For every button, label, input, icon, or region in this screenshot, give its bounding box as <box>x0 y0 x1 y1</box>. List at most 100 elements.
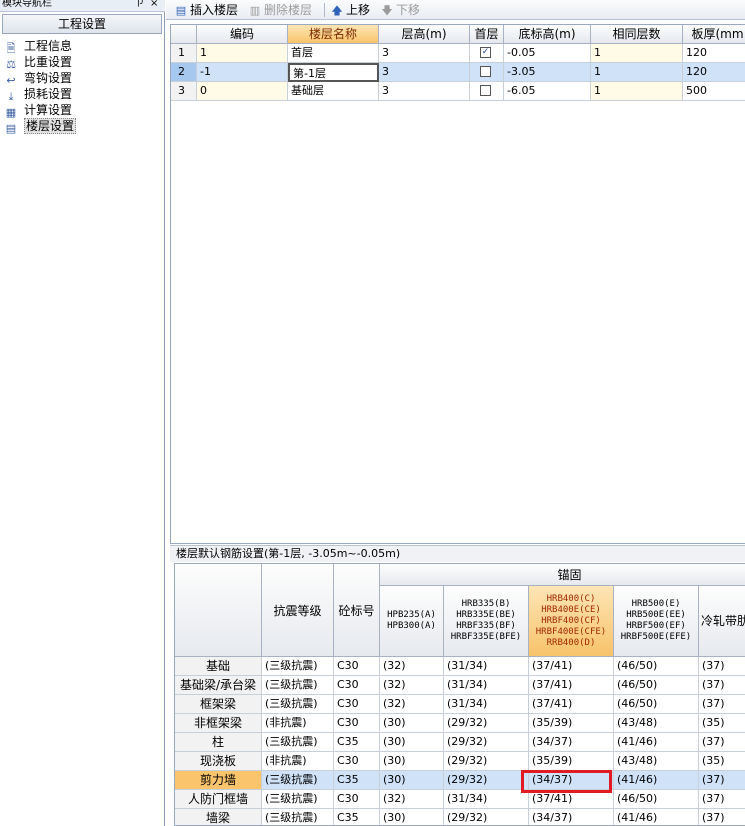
anchorage-value-cell[interactable]: (37) <box>699 733 745 752</box>
cell-first[interactable]: ✓ <box>470 44 504 63</box>
anchorage-value-cell[interactable]: (30) <box>380 809 444 825</box>
cell-height[interactable]: 3 <box>379 44 470 63</box>
pin-icon[interactable]: ㄗ <box>134 0 144 10</box>
concrete-grade-cell[interactable]: C30 <box>334 676 380 695</box>
cell-bottom[interactable]: -3.05 <box>504 63 591 82</box>
concrete-grade-cell[interactable]: C35 <box>334 809 380 825</box>
anchorage-value-cell[interactable]: (30) <box>380 733 444 752</box>
cell-height[interactable]: 3 <box>379 82 470 101</box>
anchorage-value-cell[interactable]: (34/37) <box>529 733 614 752</box>
anchorage-value-cell[interactable]: (46/50) <box>614 657 699 676</box>
column-header-first[interactable]: 首层 <box>470 25 504 44</box>
anchorage-value-cell[interactable]: (31/34) <box>444 676 529 695</box>
anchorage-value-cell[interactable]: (37/41) <box>529 695 614 714</box>
cell-code[interactable]: -1 <box>197 63 288 82</box>
anchorage-value-cell[interactable]: (37/41) <box>529 657 614 676</box>
cell-same[interactable]: 1 <box>591 82 683 101</box>
anchorage-value-cell[interactable]: (35) <box>699 752 745 771</box>
tree-item-1[interactable]: 🗎 工程信息 <box>4 38 72 55</box>
rebar-grade-header-2[interactable]: HRB335(B) HRB335E(BE) HRBF335(BF) HRBF335E(… <box>444 586 529 657</box>
seismic-grade-cell[interactable]: (三级抗震) <box>262 790 334 809</box>
anchorage-value-cell[interactable]: (32) <box>380 676 444 695</box>
anchorage-value-cell[interactable]: (35/39) <box>529 752 614 771</box>
component-name[interactable]: 框架梁 <box>175 695 262 714</box>
cell-code[interactable]: 0 <box>197 82 288 101</box>
anchorage-value-cell[interactable]: (46/50) <box>614 790 699 809</box>
anchorage-value-cell[interactable]: (29/32) <box>444 809 529 825</box>
first-floor-checkbox[interactable]: ✓ <box>480 47 491 58</box>
first-floor-checkbox[interactable] <box>480 66 491 77</box>
cell-name[interactable]: 基础层 <box>288 82 379 101</box>
anchorage-value-cell[interactable]: (31/34) <box>444 657 529 676</box>
tree-item-2[interactable]: ⚖ 比重设置 <box>4 54 72 71</box>
rebar-grade-header-5[interactable]: 冷轧带肋 <box>699 586 745 657</box>
rebar-grade-header-4[interactable]: HRB500(E) HRB500E(EE) HRBF500(EF) HRBF500E(… <box>614 586 699 657</box>
column-header-thick[interactable]: 板厚(mm <box>683 25 745 44</box>
component-name[interactable]: 基础 <box>175 657 262 676</box>
tree-item-6[interactable]: ▤ 楼层设置 <box>4 118 77 135</box>
column-header-name[interactable]: 楼层名称 <box>288 25 379 44</box>
tree-item-3[interactable]: ↩ 弯钩设置 <box>4 70 72 87</box>
concrete-grade-cell[interactable]: C30 <box>334 752 380 771</box>
move-down-button[interactable]: 🡇 下移 <box>380 2 420 18</box>
concrete-grade-cell[interactable]: C30 <box>334 714 380 733</box>
anchorage-value-cell[interactable]: (35/39) <box>529 714 614 733</box>
seismic-grade-cell[interactable]: (三级抗震) <box>262 676 334 695</box>
anchorage-value-cell[interactable]: (37) <box>699 809 745 825</box>
seismic-grade-cell[interactable]: (非抗震) <box>262 752 334 771</box>
anchorage-value-cell[interactable]: (43/48) <box>614 714 699 733</box>
first-floor-checkbox[interactable] <box>480 85 491 96</box>
seismic-grade-cell[interactable]: (三级抗震) <box>262 733 334 752</box>
anchorage-value-cell[interactable]: (30) <box>380 714 444 733</box>
seismic-grade-header[interactable]: 抗震等级 <box>262 564 334 657</box>
component-name[interactable]: 墙梁 <box>175 809 262 825</box>
cell-thick[interactable]: 120 <box>683 63 745 82</box>
anchorage-value-cell[interactable]: (41/46) <box>614 733 699 752</box>
concrete-grade-header[interactable]: 砼标号 <box>334 564 380 657</box>
anchorage-value-cell[interactable]: (35) <box>699 714 745 733</box>
anchorage-value-cell[interactable]: (46/50) <box>614 695 699 714</box>
column-header-bottom[interactable]: 底标高(m) <box>504 25 591 44</box>
column-header-code[interactable]: 编码 <box>197 25 288 44</box>
component-name[interactable]: 现浇板 <box>175 752 262 771</box>
seismic-grade-cell[interactable]: (非抗震) <box>262 714 334 733</box>
delete-floor-button[interactable]: ▥ 删除楼层 <box>248 2 312 18</box>
cell-thick[interactable]: 120 <box>683 44 745 63</box>
cell-name[interactable]: 第-1层 <box>288 63 379 82</box>
tree-item-5[interactable]: ▦ 计算设置 <box>4 102 72 119</box>
anchorage-value-cell[interactable]: (41/46) <box>614 809 699 825</box>
cell-bottom[interactable]: -6.05 <box>504 82 591 101</box>
rebar-grade-header-1[interactable]: HPB235(A) HPB300(A) <box>380 586 444 657</box>
anchorage-value-cell[interactable]: (29/32) <box>444 714 529 733</box>
rebar-grade-header-3[interactable]: HRB400(C) HRB400E(CE) HRBF400(CF) HRBF400E(… <box>529 586 614 657</box>
anchorage-value-cell[interactable]: (32) <box>380 657 444 676</box>
concrete-grade-cell[interactable]: C35 <box>334 771 380 790</box>
component-name[interactable]: 柱 <box>175 733 262 752</box>
move-up-button[interactable]: 🡅 上移 <box>330 2 370 18</box>
anchorage-value-cell[interactable]: (30) <box>380 752 444 771</box>
concrete-grade-cell[interactable]: C30 <box>334 657 380 676</box>
cell-code[interactable]: 1 <box>197 44 288 63</box>
anchorage-value-cell[interactable]: (37) <box>699 790 745 809</box>
cell-name[interactable]: 首层 <box>288 44 379 63</box>
anchorage-value-cell[interactable]: (30) <box>380 771 444 790</box>
anchorage-value-cell[interactable]: (37) <box>699 695 745 714</box>
anchorage-value-cell[interactable]: (29/32) <box>444 752 529 771</box>
anchorage-value-cell[interactable]: (46/50) <box>614 676 699 695</box>
tree-item-4[interactable]: ⤓ 损耗设置 <box>4 86 72 103</box>
anchorage-value-cell[interactable]: (31/34) <box>444 790 529 809</box>
anchorage-value-cell[interactable]: (41/46) <box>614 771 699 790</box>
cell-first[interactable] <box>470 82 504 101</box>
cell-thick[interactable]: 500 <box>683 82 745 101</box>
concrete-grade-cell[interactable]: C35 <box>334 733 380 752</box>
concrete-grade-cell[interactable]: C30 <box>334 790 380 809</box>
cell-bottom[interactable]: -0.05 <box>504 44 591 63</box>
cell-same[interactable]: 1 <box>591 63 683 82</box>
anchorage-value-cell[interactable]: (32) <box>380 695 444 714</box>
cell-height[interactable]: 3 <box>379 63 470 82</box>
anchorage-value-cell[interactable]: (32) <box>380 790 444 809</box>
component-name[interactable]: 人防门框墙 <box>175 790 262 809</box>
anchorage-value-cell[interactable]: (29/32) <box>444 733 529 752</box>
anchorage-value-cell[interactable]: (34/37) <box>529 809 614 825</box>
seismic-grade-cell[interactable]: (三级抗震) <box>262 771 334 790</box>
